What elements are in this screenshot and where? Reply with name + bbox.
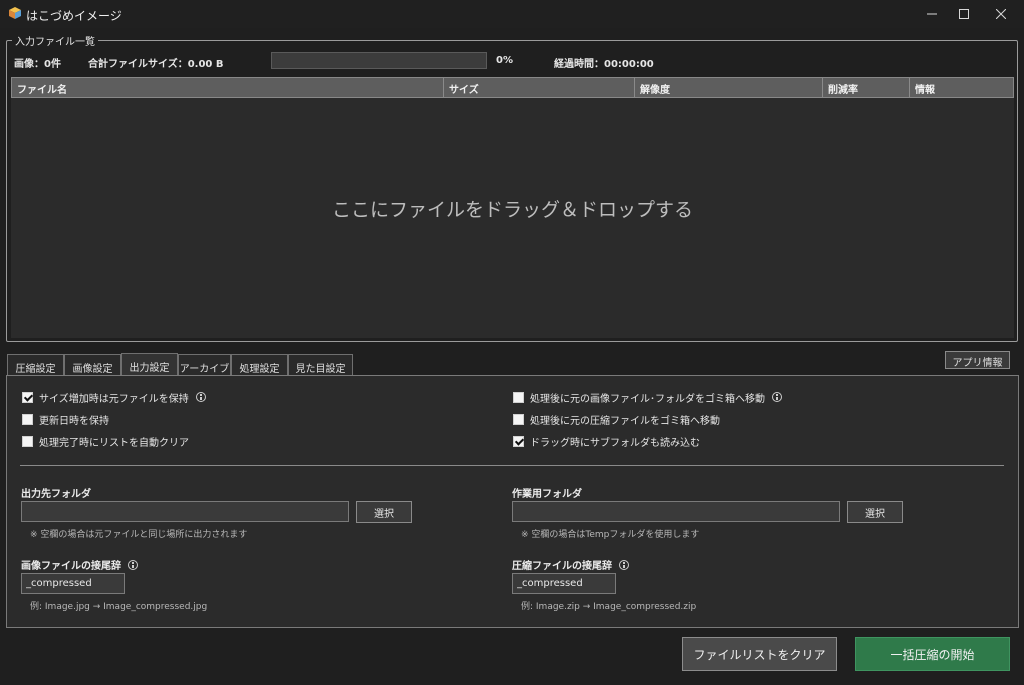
info-icon[interactable] xyxy=(772,392,782,402)
checkbox[interactable] xyxy=(22,413,33,425)
column-header-info[interactable]: 情報 xyxy=(910,78,1013,97)
image-count: 画像：0件 xyxy=(14,59,61,70)
option-label: ドラッグ時にサブフォルダも読み込む xyxy=(530,437,700,449)
checkbox[interactable] xyxy=(22,391,33,403)
column-header-resolution[interactable]: 解像度 xyxy=(635,78,823,97)
auto-clear-list-option[interactable]: 処理完了時にリストを自動クリア xyxy=(22,434,189,449)
keep-original-if-larger-option[interactable]: サイズ増加時は元ファイルを保持 xyxy=(22,390,206,405)
tab-compression[interactable]: 圧縮設定 xyxy=(7,354,64,376)
option-label: サイズ増加時は元ファイルを保持 xyxy=(39,393,189,405)
output-folder-select-button[interactable]: 選択 xyxy=(356,501,412,523)
checkbox[interactable] xyxy=(22,435,33,447)
drop-zone-hint: ここにファイルをドラッグ＆ドロップする xyxy=(331,199,693,221)
option-label: 更新日時を保持 xyxy=(39,415,109,427)
column-header-reduction[interactable]: 削減率 xyxy=(823,78,910,97)
work-folder-note: ※ 空欄の場合はTempフォルダを使用します xyxy=(521,530,700,540)
file-list-table[interactable]: ファイル名 サイズ 解像度 削減率 情報 ここにファイルをドラッグ＆ドロップする xyxy=(11,77,1014,338)
tab-output[interactable]: 出力設定 xyxy=(121,353,178,376)
option-label: 処理後に元の圧縮ファイルをゴミ箱へ移動 xyxy=(530,415,720,427)
work-folder-label: 作業用フォルダ xyxy=(512,489,582,500)
tab-image[interactable]: 画像設定 xyxy=(64,354,121,376)
image-suffix-example: 例: Image.jpg → Image_compressed.jpg xyxy=(30,602,208,612)
app-info-button[interactable]: アプリ情報 xyxy=(945,351,1010,369)
info-icon[interactable] xyxy=(128,559,138,570)
image-suffix-input[interactable] xyxy=(21,573,125,594)
work-folder-select-button[interactable]: 選択 xyxy=(847,501,903,523)
output-folder-note: ※ 空欄の場合は元ファイルと同じ場所に出力されます xyxy=(30,530,248,540)
column-header-size[interactable]: サイズ xyxy=(444,78,635,97)
minimize-icon xyxy=(927,13,937,15)
checkbox[interactable] xyxy=(513,391,524,403)
close-icon xyxy=(996,9,1006,19)
column-header-filename[interactable]: ファイル名 xyxy=(12,78,444,97)
table-header: ファイル名 サイズ 解像度 削減率 情報 xyxy=(11,77,1014,98)
archive-suffix-label-text: 圧縮ファイルの接尾辞 xyxy=(512,561,612,572)
checkbox[interactable] xyxy=(513,413,524,425)
checkbox[interactable] xyxy=(513,435,524,447)
maximize-icon xyxy=(959,9,969,19)
image-suffix-label: 画像ファイルの接尾辞 xyxy=(21,557,138,572)
start-batch-compression-button[interactable]: 一括圧縮の開始 xyxy=(855,637,1010,671)
trash-original-archives-option[interactable]: 処理後に元の圧縮ファイルをゴミ箱へ移動 xyxy=(513,412,720,427)
progress-percent: 0% xyxy=(496,55,513,66)
info-icon[interactable] xyxy=(195,392,206,402)
keep-modified-date-option[interactable]: 更新日時を保持 xyxy=(22,412,109,427)
option-label: 処理後に元の画像ファイル･フォルダをゴミ箱へ移動 xyxy=(530,393,765,405)
elapsed-time: 経過時間：00:00:00 xyxy=(554,59,654,70)
output-folder-input[interactable] xyxy=(21,501,349,522)
archive-suffix-label: 圧縮ファイルの接尾辞 xyxy=(512,557,629,572)
tab-archive[interactable]: アーカイブ xyxy=(178,354,231,376)
tab-appearance[interactable]: 見た目設定 xyxy=(288,354,353,376)
input-file-group-label: 入力ファイル一覧 xyxy=(12,33,98,48)
close-button[interactable] xyxy=(978,0,1024,28)
window-title: はこづめイメージ xyxy=(26,9,122,23)
app-box-icon xyxy=(9,7,21,19)
divider xyxy=(20,465,1004,466)
clear-file-list-button[interactable]: ファイルリストをクリア xyxy=(682,637,837,671)
output-folder-label: 出力先フォルダ xyxy=(21,489,91,500)
total-file-size: 合計ファイルサイズ：0.00 B xyxy=(88,59,224,70)
trash-original-images-option[interactable]: 処理後に元の画像ファイル･フォルダをゴミ箱へ移動 xyxy=(513,390,782,405)
archive-suffix-input[interactable] xyxy=(512,573,616,594)
info-icon[interactable] xyxy=(619,559,629,570)
option-label: 処理完了時にリストを自動クリア xyxy=(39,437,189,449)
progress-bar xyxy=(271,52,487,69)
archive-suffix-example: 例: Image.zip → Image_compressed.zip xyxy=(521,602,697,612)
title-bar: はこづめイメージ xyxy=(0,0,1024,28)
tab-processing[interactable]: 処理設定 xyxy=(231,354,288,376)
image-suffix-label-text: 画像ファイルの接尾辞 xyxy=(21,561,121,572)
work-folder-input[interactable] xyxy=(512,501,840,522)
read-subfolders-option[interactable]: ドラッグ時にサブフォルダも読み込む xyxy=(513,434,700,449)
